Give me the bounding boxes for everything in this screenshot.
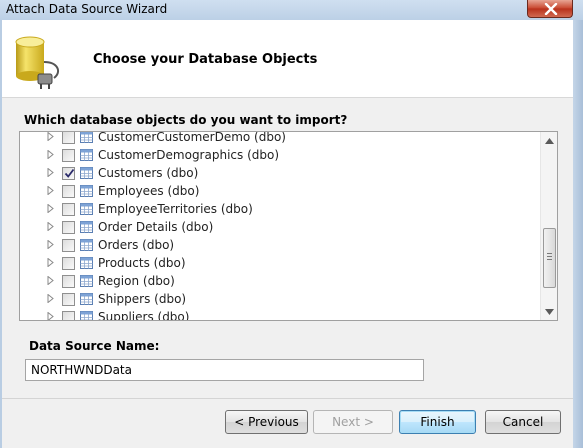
- table-icon: [80, 221, 93, 233]
- object-checkbox[interactable]: [62, 221, 75, 234]
- expand-arrow-icon[interactable]: [47, 204, 55, 213]
- table-icon: [80, 185, 93, 197]
- database-plug-icon: [15, 36, 60, 89]
- object-label: Region (dbo): [98, 274, 175, 288]
- table-icon: [80, 203, 93, 215]
- scroll-down-arrow-icon[interactable]: [545, 309, 554, 315]
- table-icon: [80, 275, 93, 287]
- object-label: CustomerCustomerDemo (dbo): [98, 131, 286, 144]
- database-objects-tree[interactable]: Suppliers (dbo) Shippers (dbo) Region (dbo…: [19, 131, 558, 321]
- tree-row[interactable]: EmployeeTerritories (dbo): [20, 200, 540, 218]
- previous-button[interactable]: < Previous: [225, 410, 308, 434]
- object-checkbox[interactable]: [62, 149, 75, 162]
- table-icon: [80, 167, 93, 179]
- tree-row[interactable]: Orders (dbo): [20, 236, 540, 254]
- tree-row[interactable]: Suppliers (dbo): [20, 308, 540, 321]
- objects-prompt: Which database objects do you want to im…: [24, 113, 348, 127]
- table-icon: [80, 293, 93, 305]
- table-icon: [80, 257, 93, 269]
- thumb-grip: [547, 256, 552, 257]
- tree-row[interactable]: Shippers (dbo): [20, 290, 540, 308]
- expand-arrow-icon[interactable]: [47, 150, 55, 159]
- object-checkbox[interactable]: [62, 167, 75, 180]
- object-checkbox[interactable]: [62, 132, 75, 144]
- cancel-button[interactable]: Cancel: [485, 410, 561, 434]
- expand-arrow-icon[interactable]: [47, 294, 55, 303]
- object-label: Shippers (dbo): [98, 292, 187, 306]
- expand-arrow-icon[interactable]: [47, 168, 55, 177]
- tree-row[interactable]: CustomerCustomerDemo (dbo): [20, 131, 540, 146]
- object-checkbox[interactable]: [62, 203, 75, 216]
- table-icon: [80, 132, 93, 143]
- expand-arrow-icon[interactable]: [47, 240, 55, 249]
- window-frame-right: [573, 20, 583, 448]
- close-icon: [544, 3, 558, 15]
- finish-button[interactable]: Finish: [399, 410, 476, 434]
- table-icon: [80, 311, 93, 320]
- tree-row[interactable]: Order Details (dbo): [20, 218, 540, 236]
- tree-row[interactable]: Region (dbo): [20, 272, 540, 290]
- object-checkbox[interactable]: [62, 293, 75, 306]
- object-label: Orders (dbo): [98, 238, 175, 252]
- object-checkbox[interactable]: [62, 185, 75, 198]
- close-button[interactable]: [527, 0, 573, 18]
- data-source-label: Data Source Name:: [29, 339, 160, 353]
- expand-arrow-icon[interactable]: [47, 312, 55, 321]
- vertical-scrollbar[interactable]: [540, 132, 557, 320]
- wizard-header: Choose your Database Objects: [2, 20, 573, 98]
- expand-arrow-icon[interactable]: [47, 186, 55, 195]
- wizard-body: Choose your Database Objects Which datab…: [2, 20, 573, 448]
- data-source-name-input[interactable]: [25, 359, 424, 381]
- page-title: Choose your Database Objects: [93, 52, 318, 67]
- scrollbar-thumb[interactable]: [543, 228, 556, 288]
- object-label: Order Details (dbo): [98, 220, 214, 234]
- object-checkbox[interactable]: [62, 257, 75, 270]
- expand-arrow-icon[interactable]: [47, 222, 55, 231]
- footer-separator: [2, 398, 573, 399]
- table-icon: [80, 149, 93, 161]
- object-label: CustomerDemographics (dbo): [98, 148, 280, 162]
- expand-arrow-icon[interactable]: [47, 132, 55, 141]
- expand-arrow-icon[interactable]: [47, 276, 55, 285]
- table-icon: [80, 239, 93, 251]
- object-label: Suppliers (dbo): [98, 310, 190, 321]
- object-label: Products (dbo): [98, 256, 186, 270]
- thumb-grip: [547, 253, 552, 254]
- expand-arrow-icon[interactable]: [47, 258, 55, 267]
- object-checkbox[interactable]: [62, 275, 75, 288]
- checkmark-icon: [64, 168, 75, 178]
- tree-row[interactable]: Employees (dbo): [20, 182, 540, 200]
- tree-row[interactable]: Customers (dbo): [20, 164, 540, 182]
- object-label: Customers (dbo): [98, 166, 199, 180]
- tree-row[interactable]: Products (dbo): [20, 254, 540, 272]
- window-title: Attach Data Source Wizard: [6, 2, 168, 16]
- object-checkbox[interactable]: [62, 239, 75, 252]
- tree-row[interactable]: CustomerDemographics (dbo): [20, 146, 540, 164]
- title-bar: Attach Data Source Wizard: [0, 0, 583, 20]
- next-button[interactable]: Next >: [313, 410, 393, 434]
- thumb-grip: [547, 259, 552, 260]
- object-checkbox[interactable]: [62, 311, 75, 320]
- object-label: EmployeeTerritories (dbo): [98, 202, 253, 216]
- scroll-up-arrow-icon[interactable]: [545, 138, 554, 144]
- object-label: Employees (dbo): [98, 184, 200, 198]
